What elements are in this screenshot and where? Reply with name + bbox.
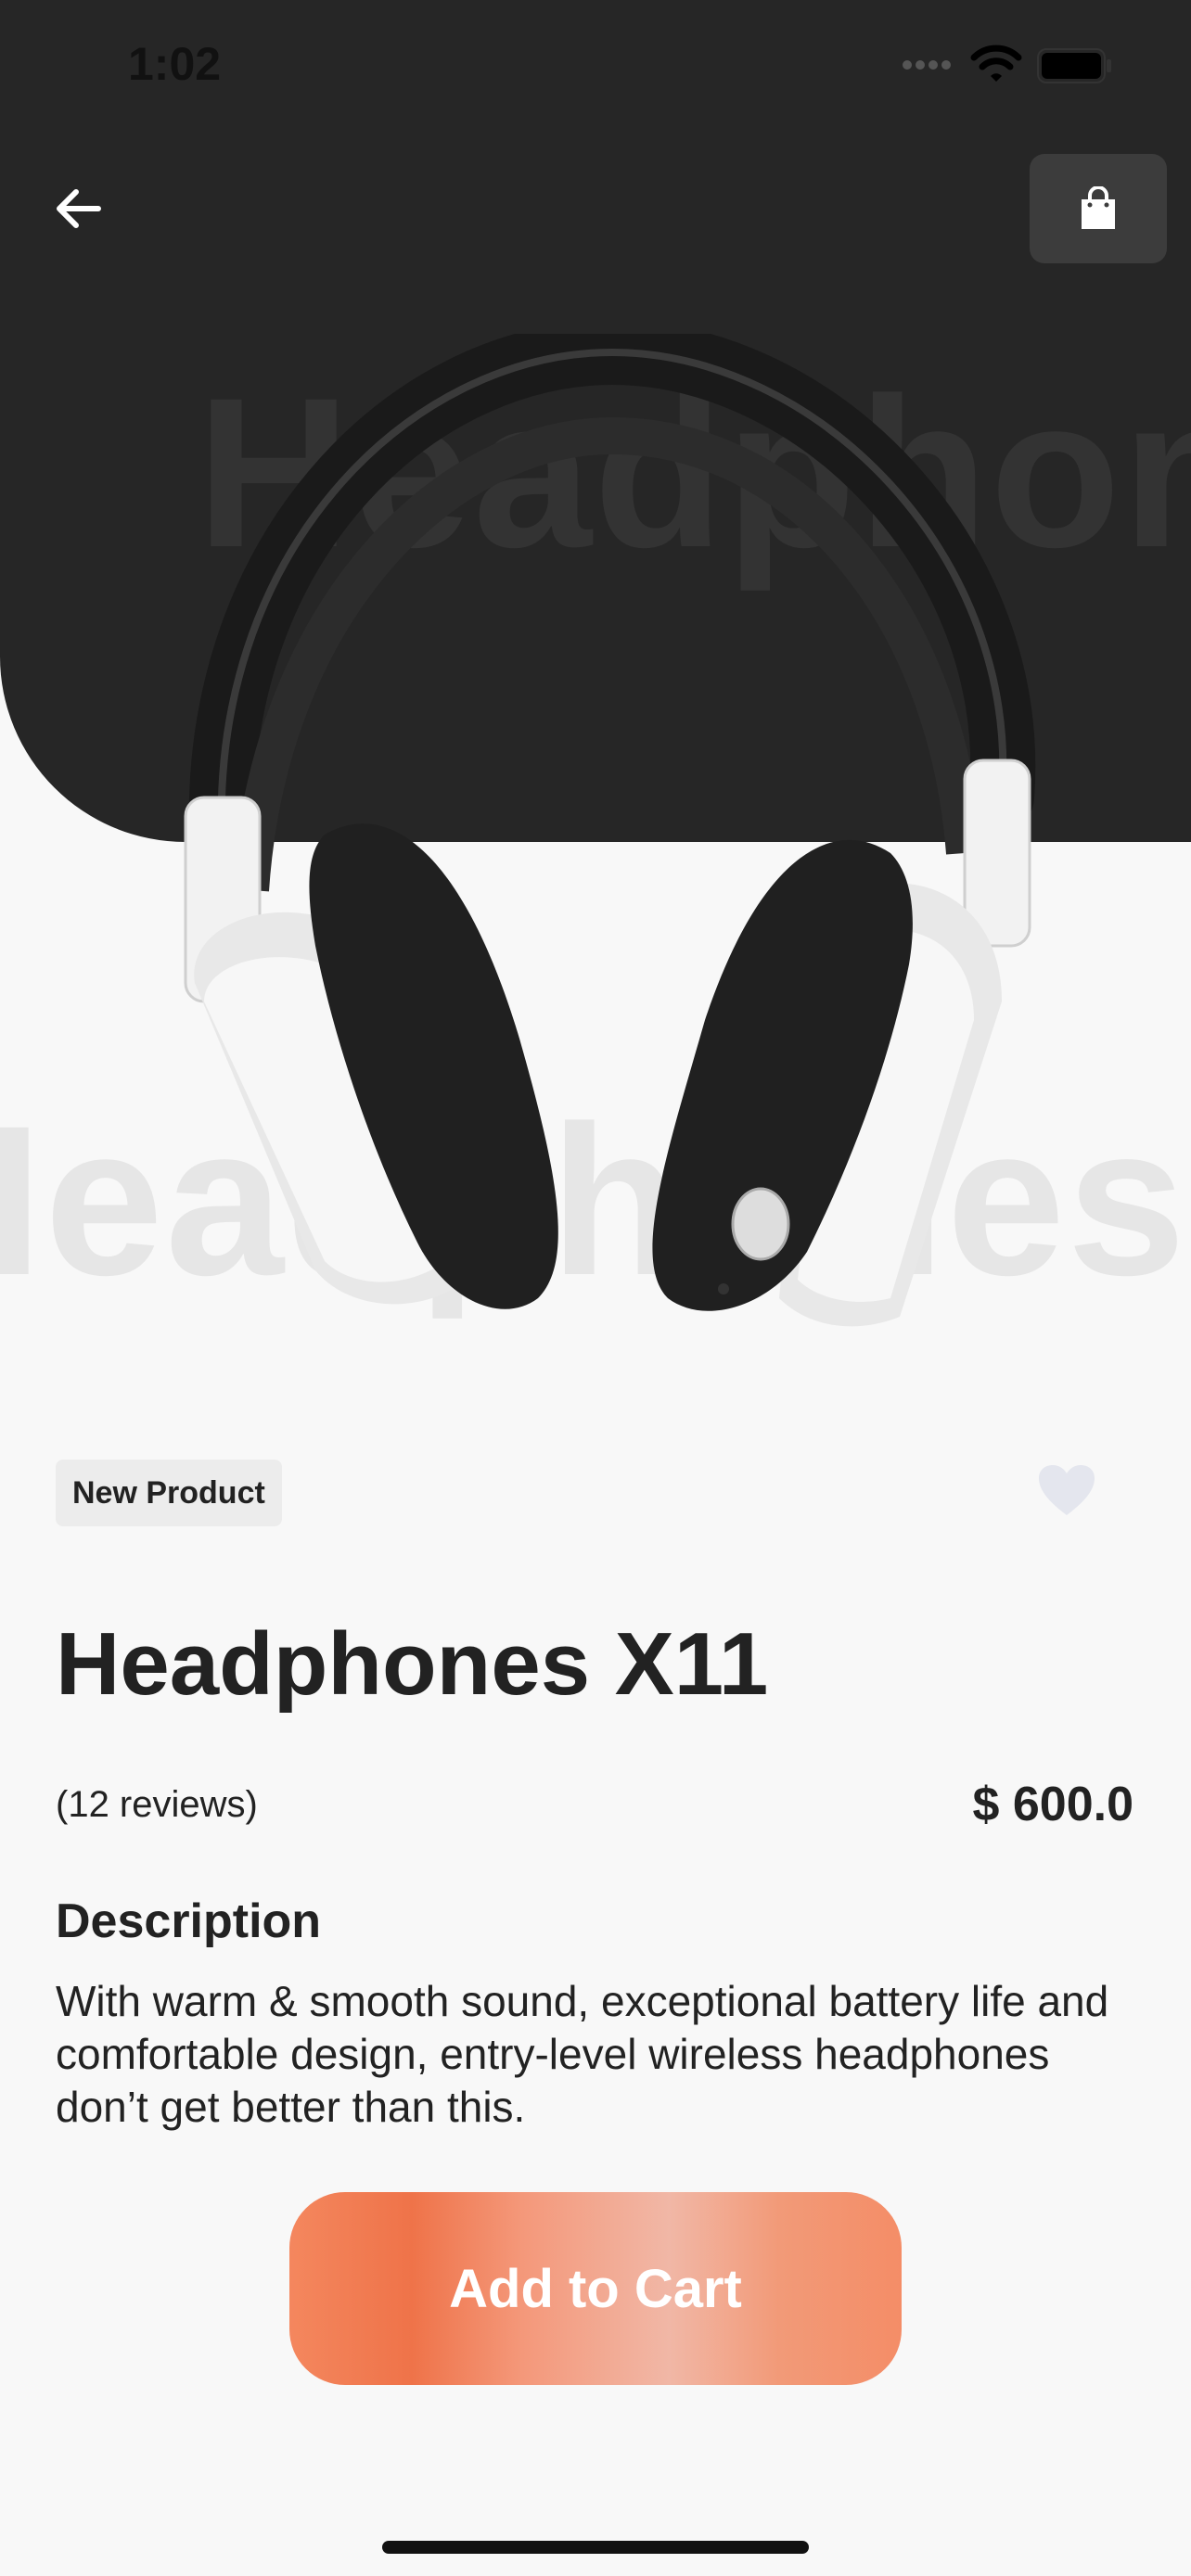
favorite-button[interactable] [1037,1463,1096,1522]
cart-button[interactable] [1030,154,1167,263]
description-text: With warm & smooth sound, exceptional ba… [56,1977,1109,2131]
wifi-icon [970,43,1022,88]
shopping-bag-icon [1082,186,1115,229]
add-to-cart-label: Add to Cart [449,2258,742,2319]
signal-icon [902,57,957,77]
product-title: Headphones X11 [56,1614,769,1714]
product-price: $ 600.0 [972,1778,1134,1831]
reviews-count[interactable]: (12 reviews) [56,1784,258,1826]
home-indicator [382,2541,809,2554]
description-heading: Description [56,1894,322,1948]
heart-icon [1039,1465,1095,1515]
arrow-left-icon [57,189,101,228]
status-time: 1:02 [128,38,222,90]
add-to-cart-button[interactable]: Add to Cart [289,2192,902,2385]
product-image [167,319,1057,1340]
battery-icon [1037,48,1113,88]
new-product-badge: New Product [56,1460,282,1526]
back-button[interactable] [37,167,121,250]
